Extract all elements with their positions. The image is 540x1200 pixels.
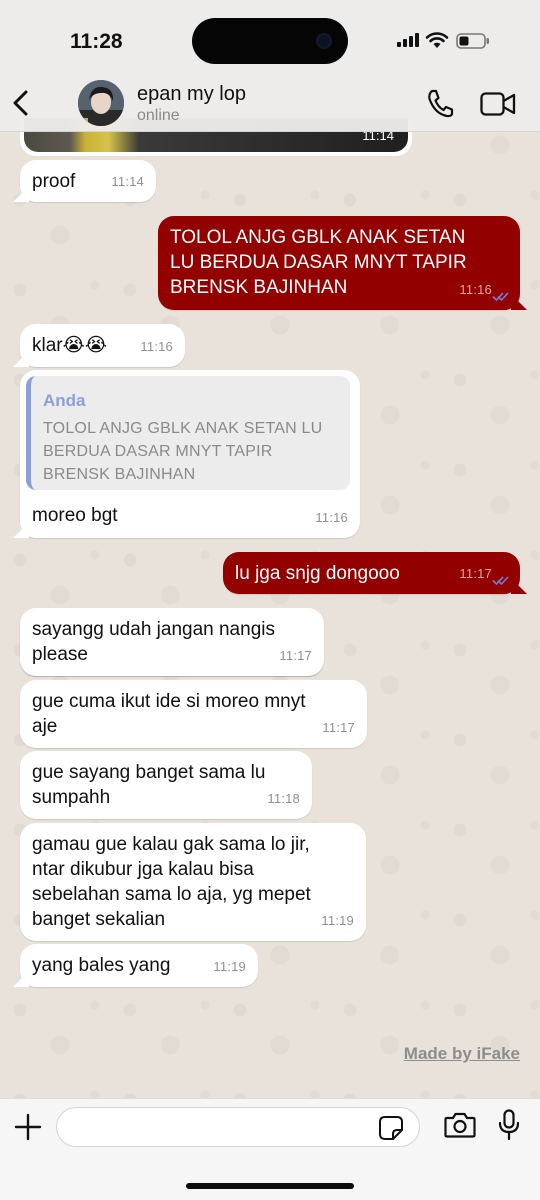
incoming-message[interactable]: sayangg udah jangan nangis please 11:17 [20,608,324,676]
incoming-message[interactable]: yang bales yang 11:19 [20,944,258,987]
watermark-label: Made by iFake [403,1044,520,1063]
quoted-message[interactable]: Anda TOLOL ANJG GBLK ANAK SETAN LU BERDU… [26,376,350,490]
message-time: 11:17 [459,566,492,581]
voice-call-button[interactable] [426,88,454,118]
plus-icon [14,1113,42,1141]
microphone-button[interactable] [498,1109,520,1141]
message-time: 11:16 [459,282,492,297]
video-call-button[interactable] [480,91,516,117]
avatar-photo-icon [78,80,124,126]
camera-button[interactable] [444,1111,476,1139]
message-time: 11:17 [279,648,312,663]
incoming-message[interactable]: gue cuma ikut ide si moreo mnyt aje 11:1… [20,680,367,748]
sticker-icon [379,1116,403,1140]
message-time: 11:17 [322,720,355,735]
front-camera-icon [316,33,332,49]
chevron-left-icon [13,90,28,116]
message-time: 11:19 [321,913,354,928]
read-receipt-icon [492,576,509,586]
camera-icon [444,1112,476,1138]
incoming-reply-message[interactable]: Anda TOLOL ANJG GBLK ANAK SETAN LU BERDU… [20,370,360,538]
message-time: 11:19 [213,959,246,974]
incoming-message[interactable]: klar😭😭 11:16 [20,324,185,367]
attach-button[interactable] [14,1113,42,1141]
incoming-message[interactable]: gamau gue kalau gak sama lo jir, ntar di… [20,823,366,941]
sticker-button[interactable] [378,1115,404,1141]
contact-status: online [137,107,180,124]
message-time: 11:16 [140,339,173,354]
message-text: sayangg udah jangan nangis please [32,619,275,665]
message-text: gue sayang banget sama lu sumpahh [32,762,266,808]
home-indicator[interactable] [186,1183,354,1189]
back-button[interactable] [8,88,34,118]
message-text: gamau gue kalau gak sama lo jir, ntar di… [32,834,311,930]
battery-icon [456,33,490,49]
message-time: 11:16 [315,510,348,525]
dynamic-island [192,18,348,64]
cellular-signal-icon [397,33,421,47]
message-composer [0,1098,540,1200]
message-input[interactable] [56,1107,420,1147]
status-time: 11:28 [70,30,123,53]
quote-text: TOLOL ANJG GBLK ANAK SETAN LU BERDUA DAS… [43,420,323,483]
contact-name[interactable]: epan my lop [137,83,246,106]
incoming-message[interactable]: proof 11:14 [20,160,156,202]
message-text: TOLOL ANJG GBLK ANAK SETAN LU BERDUA DAS… [170,227,467,298]
outgoing-message[interactable]: TOLOL ANJG GBLK ANAK SETAN LU BERDUA DAS… [158,216,520,310]
message-text: gue cuma ikut ide si moreo mnyt aje [32,691,306,737]
wifi-icon [425,31,449,49]
video-camera-icon [480,92,516,116]
phone-icon [428,89,454,118]
contact-avatar[interactable] [78,80,124,126]
message-text: moreo bgt [32,505,118,526]
message-time: 11:14 [111,174,144,189]
read-receipt-icon [492,292,509,302]
quote-author: Anda [43,391,86,410]
message-time: 11:18 [267,791,300,806]
chat-header: 11:28 epan my lop online [0,0,540,132]
microphone-icon [498,1109,520,1141]
incoming-message[interactable]: gue sayang banget sama lu sumpahh 11:18 [20,751,312,819]
outgoing-message[interactable]: lu jga snjg dongooo 11:17 [223,552,520,594]
